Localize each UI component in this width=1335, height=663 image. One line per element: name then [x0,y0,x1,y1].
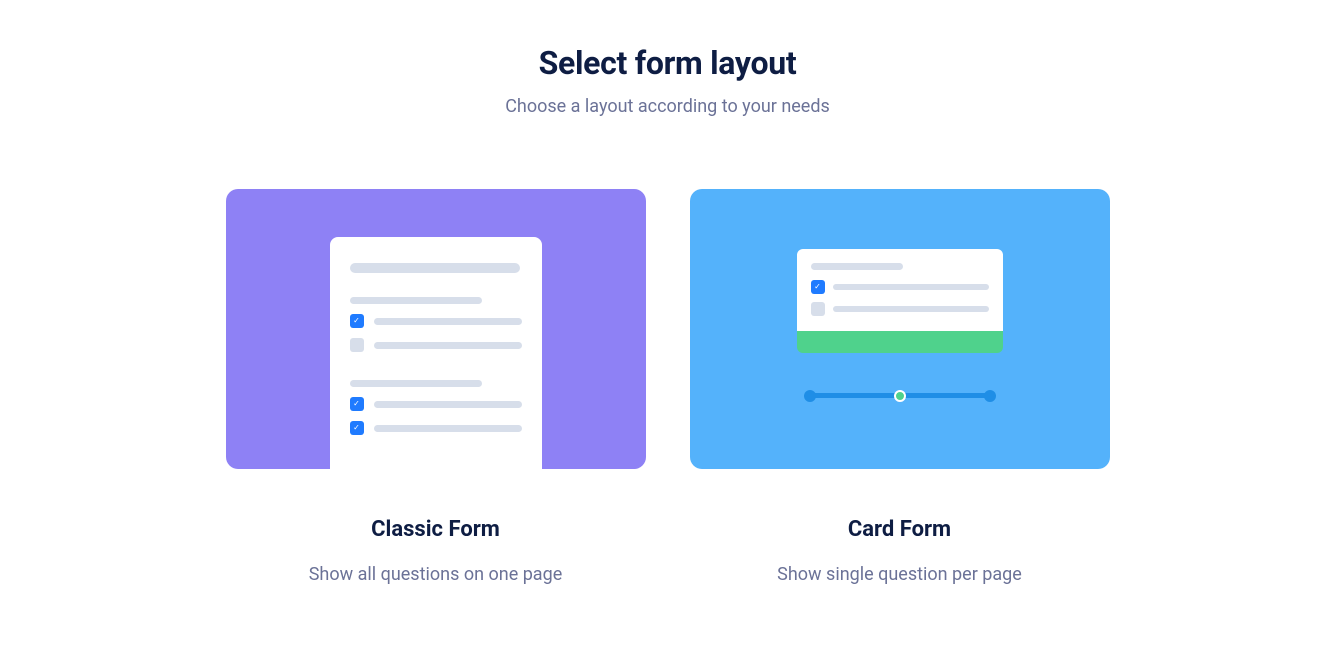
checkbox-checked-icon: ✓ [350,314,364,328]
checkbox-checked-icon: ✓ [350,421,364,435]
option-desc: Show single question per page [777,564,1022,585]
checkbox-unchecked-icon [811,302,825,316]
option-title: Classic Form [371,517,500,542]
card-form-preview: ✓ [690,189,1110,469]
card-icon: ✓ [797,249,1003,334]
layout-options: ✓ ✓ ✓ Classic Form Show all questions on… [226,189,1110,585]
option-card-form[interactable]: ✓ Card Form Show single question per pag… [690,189,1110,585]
checkbox-checked-icon: ✓ [350,397,364,411]
card-footer-icon [797,331,1003,353]
option-desc: Show all questions on one page [309,564,563,585]
classic-form-preview: ✓ ✓ ✓ [226,189,646,469]
page-subtitle: Choose a layout according to your needs [505,96,830,117]
option-title: Card Form [848,517,951,542]
document-icon: ✓ ✓ ✓ [330,237,542,469]
option-classic-form[interactable]: ✓ ✓ ✓ Classic Form Show all questions on… [226,189,646,585]
page-title: Select form layout [539,44,797,82]
checkbox-checked-icon: ✓ [811,280,825,294]
checkbox-unchecked-icon [350,338,364,352]
progress-steps-icon [810,393,990,398]
